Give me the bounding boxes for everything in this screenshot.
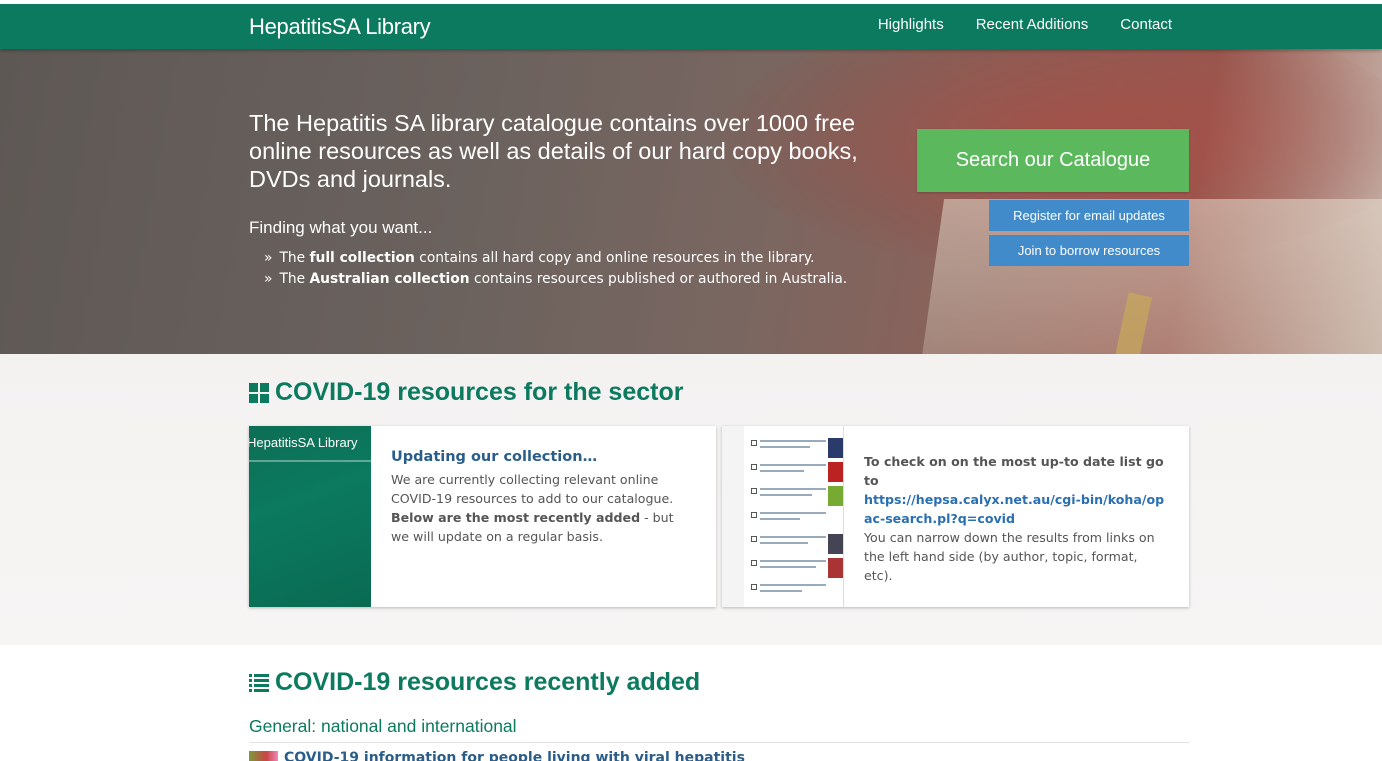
search-catalogue-button[interactable]: Search our Catalogue [917, 129, 1189, 192]
resource-thumbnail-icon [249, 751, 278, 761]
card-lead: To check on on the most up-to date list … [864, 454, 1164, 488]
main-nav: Highlights Recent Additions Contact [878, 16, 1172, 33]
covid-sector-section: COVID-19 resources for the sector Hepati… [0, 354, 1382, 645]
search-results-screenshot [722, 426, 844, 607]
divider [249, 742, 1189, 743]
brand-logo[interactable]: HepatitisSA Library [249, 14, 431, 40]
covid-catalogue-link[interactable]: https://hepsa.calyx.net.au/cgi-bin/koha/… [864, 490, 1169, 528]
grid-icon [249, 382, 269, 403]
updating-collection-card: HepatitisSA Library Updating our collect… [249, 426, 716, 607]
card-body: Updating our collection… We are currentl… [391, 448, 691, 546]
full-collection-link[interactable]: full collection [310, 250, 415, 266]
hero-collection-list: The full collection contains all hard co… [264, 248, 847, 290]
list-item: The Australian collection contains resou… [264, 269, 847, 290]
top-navbar: HepatitisSA Library Highlights Recent Ad… [0, 0, 1382, 49]
catalogue-search-card: To check on on the most up-to date list … [722, 426, 1189, 607]
hero-intro: The Hepatitis SA library catalogue conta… [249, 110, 858, 192]
card-body: To check on on the most up-to date list … [864, 452, 1169, 585]
join-borrow-button[interactable]: Join to borrow resources [989, 235, 1189, 266]
card-text: We are currently collecting relevant onl… [391, 472, 674, 544]
hero-banner: The Hepatitis SA library catalogue conta… [0, 49, 1382, 354]
list-icon [249, 673, 269, 692]
card-text: You can narrow down the results from lin… [864, 530, 1155, 583]
australian-collection-link[interactable]: Australian collection [310, 271, 470, 287]
nav-recent-additions[interactable]: Recent Additions [976, 16, 1089, 33]
thumbnail-brand: HepatitisSA Library [249, 435, 358, 450]
section-title: COVID-19 resources for the sector [249, 378, 683, 407]
nav-highlights[interactable]: Highlights [878, 16, 944, 33]
recent-section-title: COVID-19 resources recently added [249, 668, 700, 697]
resource-title-link[interactable]: COVID-19 information for people living w… [284, 750, 745, 761]
list-item: The full collection contains all hard co… [264, 248, 847, 269]
hero-finding-title: Finding what you want... [249, 218, 433, 237]
card-heading: Updating our collection… [391, 449, 598, 465]
nav-contact[interactable]: Contact [1120, 16, 1172, 33]
general-subheading: General: national and international [249, 716, 517, 736]
register-email-button[interactable]: Register for email updates [989, 200, 1189, 231]
hepsa-library-thumbnail: HepatitisSA Library [249, 426, 371, 607]
